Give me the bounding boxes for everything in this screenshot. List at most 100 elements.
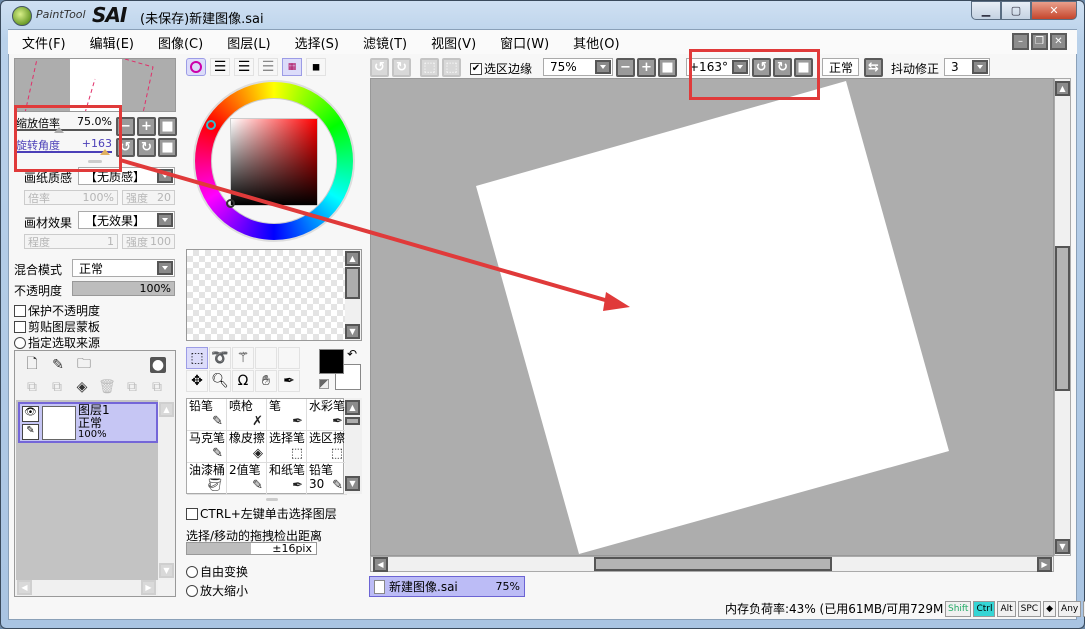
rotate-tool-icon[interactable]: Ω bbox=[232, 370, 254, 392]
zoom-tool-icon[interactable]: 🔍︎ bbox=[209, 370, 231, 392]
brush-watercolor[interactable]: 水彩笔 ✒ bbox=[307, 399, 347, 431]
delete-layer-icon[interactable]: 🗑 bbox=[98, 379, 116, 395]
scroll-right-button[interactable]: ▶ bbox=[1037, 557, 1052, 572]
selection-source-radio[interactable]: 指定选取来源 bbox=[14, 334, 100, 351]
visibility-eye-icon[interactable]: 👁 bbox=[22, 406, 39, 422]
menu-file[interactable]: 文件(F) bbox=[22, 33, 66, 52]
opacity-slider[interactable]: 100% bbox=[72, 281, 175, 296]
blend-mode-select[interactable]: 正常 bbox=[72, 259, 175, 277]
transfer-down-icon[interactable]: ⧉ bbox=[24, 379, 40, 395]
swap-colors-icon[interactable]: ↶ bbox=[347, 347, 357, 361]
scroll-thumb[interactable] bbox=[345, 267, 360, 299]
brush-bucket[interactable]: 油漆桶 🪣︎ bbox=[187, 463, 227, 495]
scroll-left-button[interactable]: ◀ bbox=[373, 557, 388, 572]
maximize-button[interactable]: ▢ bbox=[1001, 1, 1031, 20]
selection-edge-checkbox[interactable]: ✔ 选区边缘 bbox=[470, 60, 532, 77]
stabilizer-select[interactable]: 3 bbox=[944, 58, 990, 76]
panel-splitter[interactable] bbox=[266, 498, 278, 501]
scroll-left-button[interactable]: ◀ bbox=[17, 580, 32, 595]
menu-filter[interactable]: 滤镜(T) bbox=[363, 33, 407, 52]
rect-select-tool-icon[interactable]: ⬚ bbox=[186, 347, 208, 369]
document-tab[interactable]: 新建图像.sai 75% bbox=[369, 576, 525, 597]
protect-opacity-checkbox[interactable]: 保护不透明度 bbox=[14, 302, 100, 319]
menu-select[interactable]: 选择(S) bbox=[295, 33, 339, 52]
toolbar-zoom-in-button[interactable]: + bbox=[637, 58, 656, 77]
saturation-value-square[interactable] bbox=[230, 118, 318, 206]
close-button[interactable]: ✕ bbox=[1031, 1, 1077, 20]
canvas-page[interactable] bbox=[476, 81, 949, 554]
merge-visible-icon[interactable]: ⧉ bbox=[124, 379, 140, 395]
color-wheel-tab-icon[interactable] bbox=[186, 58, 206, 76]
ctrl-click-select-checkbox[interactable]: CTRL+左键单击选择图层 bbox=[186, 505, 337, 522]
new-layer-icon[interactable]: 🗋 bbox=[24, 356, 40, 373]
invert-selection-button[interactable]: ⬚ bbox=[442, 58, 461, 77]
scroll-down-button[interactable]: ▼ bbox=[345, 324, 360, 339]
primary-color-swatch-front[interactable] bbox=[319, 349, 344, 374]
canvas-hscrollbar[interactable]: ◀ ▶ bbox=[370, 556, 1054, 572]
rotate-cw-button[interactable]: ↻ bbox=[137, 138, 156, 157]
scratchpad-area[interactable] bbox=[186, 249, 362, 341]
mdi-close-button[interactable]: ✕ bbox=[1050, 33, 1067, 50]
scroll-up-button[interactable]: ▲ bbox=[345, 400, 360, 415]
layer-hscrollbar[interactable]: ◀ ▶ bbox=[16, 580, 158, 596]
brush-pencil[interactable]: 铅笔 ✎ bbox=[187, 399, 227, 431]
layer-row[interactable]: 👁 ✎ 图层1 正常 100% bbox=[18, 402, 158, 443]
canvas-vscrollbar[interactable]: ▲ ▼ bbox=[1054, 78, 1071, 556]
scroll-thumb[interactable] bbox=[1055, 246, 1070, 391]
zoom-mode-radio[interactable]: 放大缩小 bbox=[186, 582, 248, 599]
mdi-restore-button[interactable]: ❐ bbox=[1031, 33, 1048, 50]
menu-view[interactable]: 视图(V) bbox=[431, 33, 476, 52]
sv-marker[interactable] bbox=[226, 199, 235, 208]
reset-colors-icon[interactable] bbox=[319, 379, 329, 389]
scroll-up-button[interactable]: ▲ bbox=[345, 251, 360, 266]
brush-washi-pen[interactable]: 和纸笔 ✒ bbox=[267, 463, 307, 495]
scroll-down-button[interactable]: ▼ bbox=[345, 476, 360, 491]
undo-button[interactable]: ↺ bbox=[370, 58, 389, 77]
menu-window[interactable]: 窗口(W) bbox=[500, 33, 549, 52]
scroll-up-button[interactable]: ▲ bbox=[1055, 81, 1070, 96]
deselect-button[interactable]: ⬚ bbox=[420, 58, 439, 77]
gray-sliders-tab-icon[interactable]: ☰ bbox=[258, 58, 278, 76]
brush-airbrush[interactable]: 喷枪 ✗ bbox=[227, 399, 267, 431]
canvas-viewport[interactable] bbox=[370, 78, 1054, 556]
new-folder-icon[interactable]: 🗀 bbox=[76, 356, 92, 373]
view-mode-button[interactable]: 正常 bbox=[822, 58, 859, 76]
new-linework-layer-icon[interactable]: ✎ bbox=[50, 357, 66, 373]
zoom-select[interactable]: 75% bbox=[543, 58, 613, 76]
brush-select-eraser[interactable]: 选区擦 ⬚ bbox=[307, 431, 347, 463]
rgb-sliders-tab-icon[interactable]: ☰ bbox=[210, 58, 230, 76]
drag-distance-slider[interactable]: ±16pix bbox=[186, 542, 317, 555]
layer-mask-icon[interactable]: ● bbox=[150, 357, 166, 373]
clip-mask-checkbox[interactable]: 剪贴图层蒙板 bbox=[14, 318, 100, 335]
navigator-preview[interactable] bbox=[14, 58, 176, 112]
zoom-reset-button[interactable]: ■ bbox=[158, 117, 177, 136]
hsv-sliders-tab-icon[interactable]: ☰ bbox=[234, 58, 254, 76]
hue-marker[interactable] bbox=[206, 120, 216, 130]
brush-select-pen[interactable]: 选择笔 ⬚ bbox=[267, 431, 307, 463]
redo-button[interactable]: ↻ bbox=[392, 58, 411, 77]
mdi-minimize-button[interactable]: – bbox=[1012, 33, 1029, 50]
scroll-thumb[interactable] bbox=[594, 557, 832, 571]
move-tool-icon[interactable]: ✥ bbox=[186, 370, 208, 392]
brush-pen[interactable]: 笔 ✒ bbox=[267, 399, 307, 431]
rotate-reset-button[interactable]: ■ bbox=[158, 138, 177, 157]
brush-marker[interactable]: 马克笔 ✎ bbox=[187, 431, 227, 463]
duplicate-layer-icon[interactable]: ⧉ bbox=[149, 379, 165, 395]
menu-layer[interactable]: 图层(L) bbox=[227, 33, 270, 52]
scratchpad-scrollbar[interactable]: ▲ ▼ bbox=[345, 250, 361, 340]
zoom-in-button[interactable]: + bbox=[137, 117, 156, 136]
minimize-button[interactable]: ▁ bbox=[971, 1, 1001, 20]
scratchpad-tab-icon[interactable]: ◼ bbox=[306, 58, 326, 76]
magic-wand-tool-icon[interactable]: ⚚ bbox=[232, 347, 254, 369]
menu-other[interactable]: 其他(O) bbox=[573, 33, 619, 52]
swatches-tab-icon[interactable]: ▦ bbox=[282, 58, 302, 76]
scroll-down-button[interactable]: ▼ bbox=[159, 563, 174, 578]
toolbar-zoom-reset-button[interactable]: ■ bbox=[658, 58, 677, 77]
brush-pencil30[interactable]: 铅笔30 ✎ bbox=[307, 463, 347, 495]
scroll-thumb[interactable] bbox=[345, 417, 360, 425]
toolbar-zoom-out-button[interactable]: − bbox=[616, 58, 635, 77]
brush-binary-pen[interactable]: 2值笔 ✎ bbox=[227, 463, 267, 495]
brush-eraser[interactable]: 橡皮擦 ◈ bbox=[227, 431, 267, 463]
flip-horizontal-button[interactable]: ⇆ bbox=[864, 58, 883, 77]
scroll-down-button[interactable]: ▼ bbox=[1055, 539, 1070, 554]
